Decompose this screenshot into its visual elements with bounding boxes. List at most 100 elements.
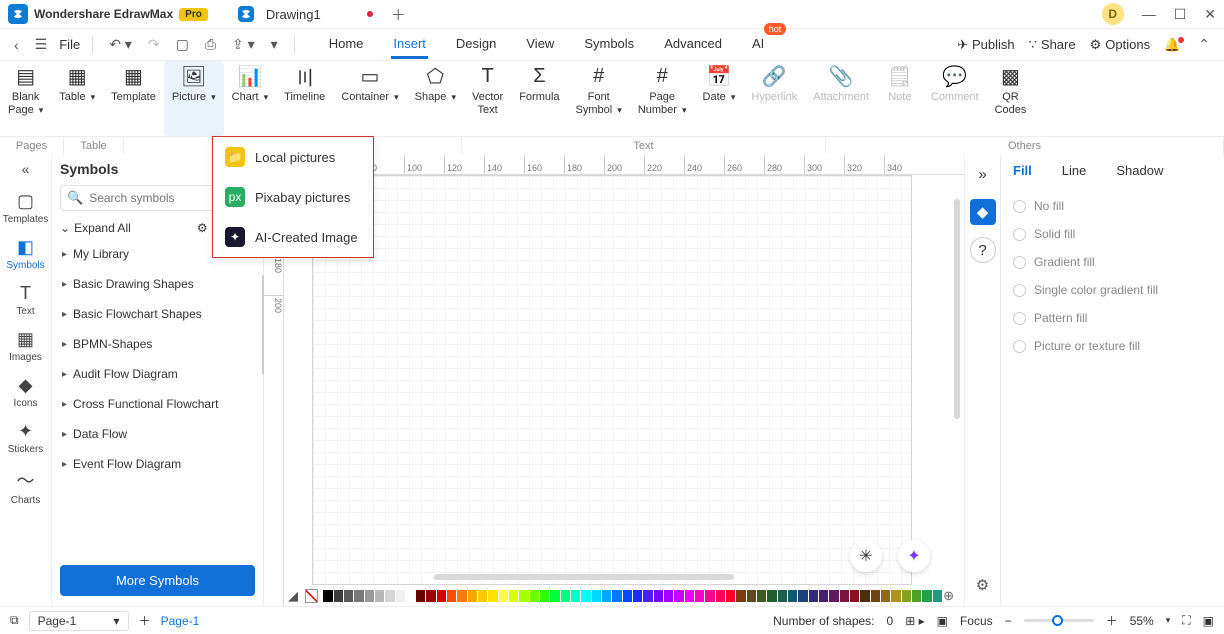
color-swatch[interactable] (375, 590, 384, 602)
collapse-ribbon-button[interactable]: ⌃ (1194, 34, 1214, 55)
color-swatch[interactable] (571, 590, 580, 602)
color-swatch[interactable] (623, 590, 632, 602)
new-tab-button[interactable]: ＋ (391, 4, 406, 25)
color-swatch[interactable] (499, 590, 508, 602)
user-avatar[interactable]: D (1102, 3, 1124, 25)
color-swatch[interactable] (416, 590, 425, 602)
color-swatch[interactable] (365, 590, 374, 602)
publish-button[interactable]: ✈Publish (957, 37, 1015, 53)
fill-option[interactable]: Single color gradient fill (1013, 276, 1212, 304)
fill-option[interactable]: Gradient fill (1013, 248, 1212, 276)
color-swatch[interactable] (850, 590, 859, 602)
fill-option[interactable]: No fill (1013, 192, 1212, 220)
color-swatch[interactable] (809, 590, 818, 602)
dropdown-item-ai-created-image[interactable]: ✦AI-Created Image (213, 217, 373, 257)
canvas-ai-tool[interactable]: ✦ (898, 540, 930, 572)
symbol-category[interactable]: ▸Event Flow Diagram (60, 449, 255, 479)
color-swatch[interactable] (654, 590, 663, 602)
undo-button[interactable]: ↶ ▾ (105, 34, 136, 55)
color-swatch[interactable] (561, 590, 570, 602)
ribbon-container[interactable]: ▭Container ▾ (333, 61, 406, 136)
ribbon-picture[interactable]: 🖼Picture ▾ (164, 61, 224, 136)
fill-option[interactable]: Pattern fill (1013, 304, 1212, 332)
color-swatch[interactable] (778, 590, 787, 602)
color-swatch[interactable] (695, 590, 704, 602)
share-button[interactable]: ∵Share (1029, 37, 1076, 53)
color-swatch[interactable] (902, 590, 911, 602)
canvas-tool-1[interactable]: ✳ (850, 540, 882, 572)
nav-text[interactable]: TText (3, 277, 49, 323)
color-swatch[interactable] (726, 590, 735, 602)
color-swatch[interactable] (891, 590, 900, 602)
color-swatch[interactable] (736, 590, 745, 602)
eyedropper-icon[interactable]: ◢ (288, 588, 298, 604)
settings-button[interactable]: ⚙ (970, 572, 996, 598)
nav-templates[interactable]: ▢Templates (3, 185, 49, 231)
color-swatch[interactable] (798, 590, 807, 602)
color-swatch[interactable] (468, 590, 477, 602)
color-swatch[interactable] (488, 590, 497, 602)
color-swatch[interactable] (354, 590, 363, 602)
back-button[interactable]: ‹ (10, 35, 23, 55)
drawing-canvas[interactable] (312, 175, 912, 585)
menu-tab-home[interactable]: Home (327, 31, 366, 59)
page-selector[interactable]: Page-1▾ (29, 611, 129, 631)
symbol-category[interactable]: ▸Audit Flow Diagram (60, 359, 255, 389)
dropdown-item-pixabay-pictures[interactable]: pxPixabay pictures (213, 177, 373, 217)
fill-option[interactable]: Solid fill (1013, 220, 1212, 248)
zoom-out-button[interactable]: − (1005, 614, 1012, 628)
expand-all-button[interactable]: ⌄Expand All (60, 221, 131, 235)
expand-right-button[interactable]: » (970, 161, 996, 187)
color-swatch[interactable] (426, 590, 435, 602)
ribbon-font-symbol[interactable]: #FontSymbol ▾ (568, 61, 630, 136)
minimize-button[interactable]: ― (1142, 6, 1156, 22)
menu-tab-insert[interactable]: Insert (391, 31, 428, 59)
maximize-button[interactable]: ☐ (1174, 6, 1187, 23)
color-swatch[interactable] (457, 590, 466, 602)
ribbon-blank-page[interactable]: ▤BlankPage ▾ (0, 61, 51, 136)
print-button[interactable]: ⎙ (201, 34, 220, 55)
menu-tab-advanced[interactable]: Advanced (662, 31, 724, 59)
color-swatch[interactable] (406, 590, 415, 602)
page-layout-icon[interactable]: ⧉ (10, 613, 19, 628)
add-color-button[interactable]: ⊕ (943, 588, 954, 604)
close-button[interactable]: ✕ (1204, 6, 1216, 23)
color-swatch[interactable] (334, 590, 343, 602)
color-swatch[interactable] (592, 590, 601, 602)
color-swatch[interactable] (602, 590, 611, 602)
symbol-category[interactable]: ▸Cross Functional Flowchart (60, 389, 255, 419)
canvas-scrollbar-h[interactable] (434, 574, 734, 580)
color-swatch[interactable] (705, 590, 714, 602)
ribbon-vector-text[interactable]: TVectorText (464, 61, 511, 136)
document-tab[interactable]: Drawing1 (228, 2, 383, 26)
color-swatch[interactable] (840, 590, 849, 602)
menu-icon[interactable]: ☰ (31, 34, 52, 55)
ribbon-timeline[interactable]: 〣Timeline (276, 61, 333, 136)
save-button[interactable]: ▢ (172, 34, 193, 55)
focus-mode-button[interactable]: ▣ (937, 614, 948, 628)
color-swatch[interactable] (664, 590, 673, 602)
fullscreen-button[interactable]: ▣ (1203, 614, 1214, 628)
color-swatch[interactable] (509, 590, 518, 602)
color-swatch[interactable] (344, 590, 353, 602)
color-swatch[interactable] (519, 590, 528, 602)
symbol-category[interactable]: ▸Data Flow (60, 419, 255, 449)
redo-button[interactable]: ↷ (144, 34, 164, 55)
page-tab[interactable]: Page-1 (161, 614, 200, 628)
color-swatch[interactable] (912, 590, 921, 602)
color-swatch[interactable] (540, 590, 549, 602)
collapse-nav-button[interactable]: « (22, 161, 30, 177)
options-button[interactable]: ⚙Options (1090, 37, 1150, 53)
color-swatch[interactable] (437, 590, 446, 602)
add-page-button[interactable]: ＋ (139, 612, 151, 629)
symbol-category[interactable]: ▸BPMN-Shapes (60, 329, 255, 359)
format-tab-shadow[interactable]: Shadow (1116, 163, 1163, 178)
ribbon-table[interactable]: ▦Table ▾ (51, 61, 103, 136)
zoom-level[interactable]: 55% (1130, 614, 1154, 628)
zoom-in-button[interactable]: ＋ (1106, 612, 1118, 629)
color-swatch[interactable] (674, 590, 683, 602)
color-swatch[interactable] (581, 590, 590, 602)
notifications-button[interactable]: 🔔 (1164, 37, 1180, 53)
color-swatch[interactable] (819, 590, 828, 602)
menu-tab-ai[interactable]: AIhot (750, 31, 766, 59)
